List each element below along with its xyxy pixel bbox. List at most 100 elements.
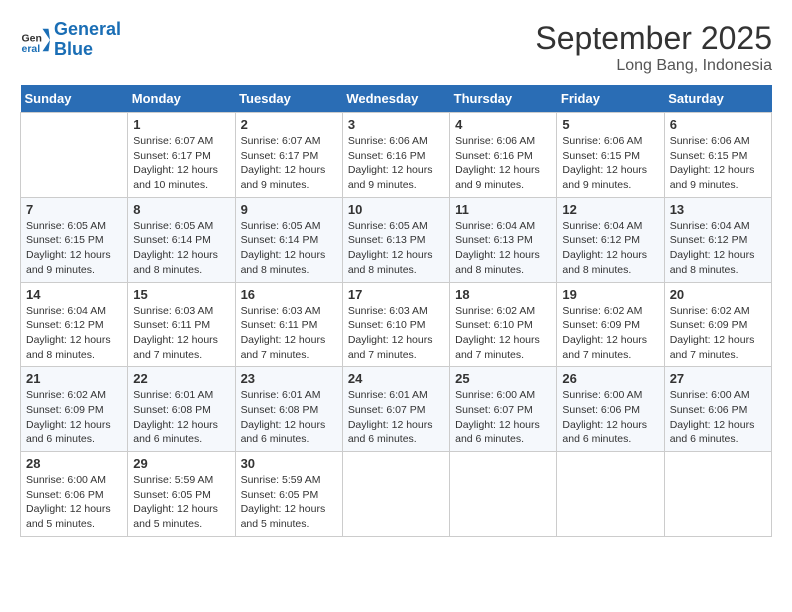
day-info: Sunrise: 6:06 AMSunset: 6:15 PMDaylight:…	[670, 134, 766, 193]
day-info: Sunrise: 6:00 AMSunset: 6:06 PMDaylight:…	[562, 388, 658, 447]
day-info: Sunrise: 6:05 AMSunset: 6:14 PMDaylight:…	[241, 219, 337, 278]
day-number: 27	[670, 371, 766, 386]
day-number: 7	[26, 202, 122, 217]
day-info: Sunrise: 6:05 AMSunset: 6:13 PMDaylight:…	[348, 219, 444, 278]
day-number: 22	[133, 371, 229, 386]
calendar-cell: 21 Sunrise: 6:02 AMSunset: 6:09 PMDayligh…	[21, 367, 128, 452]
day-info: Sunrise: 6:06 AMSunset: 6:16 PMDaylight:…	[348, 134, 444, 193]
day-number: 9	[241, 202, 337, 217]
location: Long Bang, Indonesia	[535, 57, 772, 75]
calendar-cell: 7 Sunrise: 6:05 AMSunset: 6:15 PMDaylight…	[21, 197, 128, 282]
day-info: Sunrise: 5:59 AMSunset: 6:05 PMDaylight:…	[241, 473, 337, 532]
calendar-week-5: 28 Sunrise: 6:00 AMSunset: 6:06 PMDayligh…	[21, 452, 772, 537]
weekday-sunday: Sunday	[21, 85, 128, 113]
calendar-cell: 3 Sunrise: 6:06 AMSunset: 6:16 PMDaylight…	[342, 113, 449, 198]
calendar-cell: 25Sunrise: 6:00 AMSunset: 6:07 PMDayligh…	[450, 367, 557, 452]
day-info: Sunrise: 6:02 AMSunset: 6:10 PMDaylight:…	[455, 304, 551, 363]
calendar-cell: 28 Sunrise: 6:00 AMSunset: 6:06 PMDayligh…	[21, 452, 128, 537]
day-info: Sunrise: 6:03 AMSunset: 6:11 PMDaylight:…	[133, 304, 229, 363]
calendar-week-3: 14Sunrise: 6:04 AMSunset: 6:12 PMDayligh…	[21, 282, 772, 367]
day-info: Sunrise: 6:00 AMSunset: 6:06 PMDaylight:…	[670, 388, 766, 447]
calendar-cell: 29 Sunrise: 5:59 AMSunset: 6:05 PMDayligh…	[128, 452, 235, 537]
day-number: 29	[133, 456, 229, 471]
day-info: Sunrise: 5:59 AMSunset: 6:05 PMDaylight:…	[133, 473, 229, 532]
day-info: Sunrise: 6:04 AMSunset: 6:12 PMDaylight:…	[26, 304, 122, 363]
calendar-cell: 24Sunrise: 6:01 AMSunset: 6:07 PMDayligh…	[342, 367, 449, 452]
day-info: Sunrise: 6:06 AMSunset: 6:16 PMDaylight:…	[455, 134, 551, 193]
calendar-cell	[557, 452, 664, 537]
calendar-cell: 18 Sunrise: 6:02 AMSunset: 6:10 PMDayligh…	[450, 282, 557, 367]
calendar-cell: 8 Sunrise: 6:05 AMSunset: 6:14 PMDaylight…	[128, 197, 235, 282]
day-number: 18	[455, 287, 551, 302]
day-number: 13	[670, 202, 766, 217]
logo: Gen eral General Blue	[20, 20, 121, 60]
logo-text: General Blue	[54, 20, 121, 60]
calendar-cell: 19Sunrise: 6:02 AMSunset: 6:09 PMDayligh…	[557, 282, 664, 367]
day-number: 26	[562, 371, 658, 386]
calendar-cell: 2 Sunrise: 6:07 AMSunset: 6:17 PMDaylight…	[235, 113, 342, 198]
day-number: 11	[455, 202, 551, 217]
calendar-cell: 9 Sunrise: 6:05 AMSunset: 6:14 PMDaylight…	[235, 197, 342, 282]
day-number: 3	[348, 117, 444, 132]
day-number: 10	[348, 202, 444, 217]
day-info: Sunrise: 6:04 AMSunset: 6:12 PMDaylight:…	[670, 219, 766, 278]
calendar-table: SundayMondayTuesdayWednesdayThursdayFrid…	[20, 85, 772, 537]
calendar-cell: 11 Sunrise: 6:04 AMSunset: 6:13 PMDayligh…	[450, 197, 557, 282]
calendar-cell: 15 Sunrise: 6:03 AMSunset: 6:11 PMDayligh…	[128, 282, 235, 367]
calendar-cell: 1 Sunrise: 6:07 AMSunset: 6:17 PMDaylight…	[128, 113, 235, 198]
title-block: September 2025 Long Bang, Indonesia	[535, 20, 772, 75]
logo-blue: Blue	[54, 39, 93, 59]
day-number: 28	[26, 456, 122, 471]
day-number: 19	[562, 287, 658, 302]
calendar-cell: 22 Sunrise: 6:01 AMSunset: 6:08 PMDayligh…	[128, 367, 235, 452]
logo-icon: Gen eral	[20, 25, 50, 55]
calendar-cell: 20Sunrise: 6:02 AMSunset: 6:09 PMDayligh…	[664, 282, 771, 367]
day-number: 2	[241, 117, 337, 132]
day-info: Sunrise: 6:05 AMSunset: 6:15 PMDaylight:…	[26, 219, 122, 278]
day-number: 5	[562, 117, 658, 132]
calendar-cell: 5Sunrise: 6:06 AMSunset: 6:15 PMDaylight…	[557, 113, 664, 198]
day-info: Sunrise: 6:07 AMSunset: 6:17 PMDaylight:…	[241, 134, 337, 193]
day-info: Sunrise: 6:01 AMSunset: 6:08 PMDaylight:…	[241, 388, 337, 447]
day-info: Sunrise: 6:03 AMSunset: 6:10 PMDaylight:…	[348, 304, 444, 363]
calendar-cell: 26 Sunrise: 6:00 AMSunset: 6:06 PMDayligh…	[557, 367, 664, 452]
day-info: Sunrise: 6:02 AMSunset: 6:09 PMDaylight:…	[26, 388, 122, 447]
day-number: 12	[562, 202, 658, 217]
month-title: September 2025	[535, 20, 772, 57]
calendar-cell: 27 Sunrise: 6:00 AMSunset: 6:06 PMDayligh…	[664, 367, 771, 452]
day-number: 23	[241, 371, 337, 386]
calendar-cell: 13 Sunrise: 6:04 AMSunset: 6:12 PMDayligh…	[664, 197, 771, 282]
calendar-cell: 6 Sunrise: 6:06 AMSunset: 6:15 PMDaylight…	[664, 113, 771, 198]
page-header: Gen eral General Blue September 2025 Lon…	[20, 20, 772, 75]
day-number: 6	[670, 117, 766, 132]
calendar-cell: 4 Sunrise: 6:06 AMSunset: 6:16 PMDaylight…	[450, 113, 557, 198]
weekday-thursday: Thursday	[450, 85, 557, 113]
logo-general: General	[54, 19, 121, 39]
weekday-friday: Friday	[557, 85, 664, 113]
day-number: 4	[455, 117, 551, 132]
calendar-body: 1 Sunrise: 6:07 AMSunset: 6:17 PMDaylight…	[21, 113, 772, 537]
calendar-cell: 17Sunrise: 6:03 AMSunset: 6:10 PMDayligh…	[342, 282, 449, 367]
day-info: Sunrise: 6:07 AMSunset: 6:17 PMDaylight:…	[133, 134, 229, 193]
day-number: 15	[133, 287, 229, 302]
day-info: Sunrise: 6:01 AMSunset: 6:08 PMDaylight:…	[133, 388, 229, 447]
weekday-saturday: Saturday	[664, 85, 771, 113]
day-number: 8	[133, 202, 229, 217]
day-info: Sunrise: 6:00 AMSunset: 6:06 PMDaylight:…	[26, 473, 122, 532]
day-info: Sunrise: 6:00 AMSunset: 6:07 PMDaylight:…	[455, 388, 551, 447]
calendar-cell: 23 Sunrise: 6:01 AMSunset: 6:08 PMDayligh…	[235, 367, 342, 452]
day-info: Sunrise: 6:05 AMSunset: 6:14 PMDaylight:…	[133, 219, 229, 278]
calendar-cell: 16Sunrise: 6:03 AMSunset: 6:11 PMDayligh…	[235, 282, 342, 367]
calendar-week-1: 1 Sunrise: 6:07 AMSunset: 6:17 PMDaylight…	[21, 113, 772, 198]
day-info: Sunrise: 6:04 AMSunset: 6:12 PMDaylight:…	[562, 219, 658, 278]
day-number: 1	[133, 117, 229, 132]
weekday-header-row: SundayMondayTuesdayWednesdayThursdayFrid…	[21, 85, 772, 113]
calendar-cell	[450, 452, 557, 537]
day-number: 21	[26, 371, 122, 386]
day-info: Sunrise: 6:04 AMSunset: 6:13 PMDaylight:…	[455, 219, 551, 278]
day-number: 16	[241, 287, 337, 302]
day-info: Sunrise: 6:02 AMSunset: 6:09 PMDaylight:…	[670, 304, 766, 363]
weekday-monday: Monday	[128, 85, 235, 113]
weekday-wednesday: Wednesday	[342, 85, 449, 113]
calendar-cell	[21, 113, 128, 198]
